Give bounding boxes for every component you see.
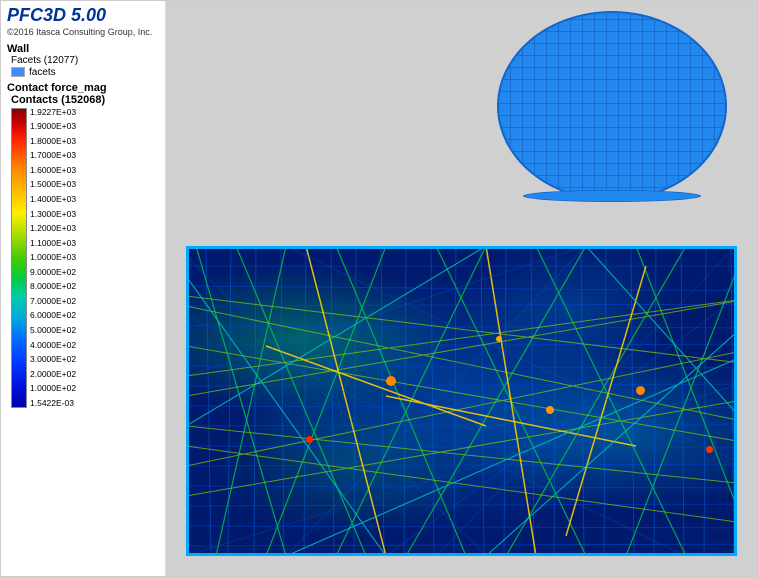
legend-value-13: 7.0000E+02 [30,297,76,306]
legend-value-7: 1.3000E+03 [30,210,76,219]
legend-value-3: 1.7000E+03 [30,151,76,160]
force-chains-svg [186,246,737,556]
legend-value-1: 1.9000E+03 [30,122,76,131]
hotspot-2 [546,406,554,414]
legend-value-9: 1.1000E+03 [30,239,76,248]
specimen [186,246,737,556]
facet-indicator: facets [11,67,159,78]
facet-color [11,67,25,77]
legend-value-20: 1.5422E-03 [30,399,76,408]
main-window: PFC3D 5.00 ©2016 Itasca Consulting Group… [0,0,758,577]
legend-value-0: 1.9227E+03 [30,108,76,117]
legend-labels: 1.9227E+03 1.9000E+03 1.8000E+03 1.7000E… [30,108,76,408]
legend-value-5: 1.5000E+03 [30,180,76,189]
legend-value-11: 9.0000E+02 [30,268,76,277]
specimen-container [186,246,737,556]
legend-value-18: 2.0000E+02 [30,370,76,379]
legend-value-16: 4.0000E+02 [30,341,76,350]
legend-value-15: 5.0000E+02 [30,326,76,335]
hotspot-4 [306,436,313,443]
hotspot-6 [706,446,713,453]
legend-value-4: 1.6000E+03 [30,166,76,175]
viewport [166,1,757,576]
facets-label: Facets (12077) [11,55,159,66]
legend-colorbar [11,108,27,408]
legend-value-6: 1.4000E+03 [30,195,76,204]
hotspot-5 [496,336,502,342]
app-title: PFC3D 5.00 [7,5,159,27]
legend-value-12: 8.0000E+02 [30,282,76,291]
disk-bottom [523,190,701,202]
hotspot-1 [386,376,396,386]
facet-text: facets [29,67,56,78]
disk-top [497,11,727,201]
legend-value-8: 1.2000E+03 [30,224,76,233]
legend-value-14: 6.0000E+02 [30,311,76,320]
contacts-label: Contacts (152068) [11,94,159,106]
hotspot-3 [636,386,645,395]
legend-value-10: 1.0000E+03 [30,253,76,262]
legend-value-17: 3.0000E+02 [30,355,76,364]
sidebar-panel: PFC3D 5.00 ©2016 Itasca Consulting Group… [1,1,166,576]
app-copyright: ©2016 Itasca Consulting Group, Inc. [7,27,159,37]
legend: 1.9227E+03 1.9000E+03 1.8000E+03 1.7000E… [11,108,159,408]
legend-value-2: 1.8000E+03 [30,137,76,146]
contact-force-label: Contact force_mag [7,82,159,94]
legend-value-19: 1.0000E+02 [30,384,76,393]
wall-label: Wall [7,43,159,55]
